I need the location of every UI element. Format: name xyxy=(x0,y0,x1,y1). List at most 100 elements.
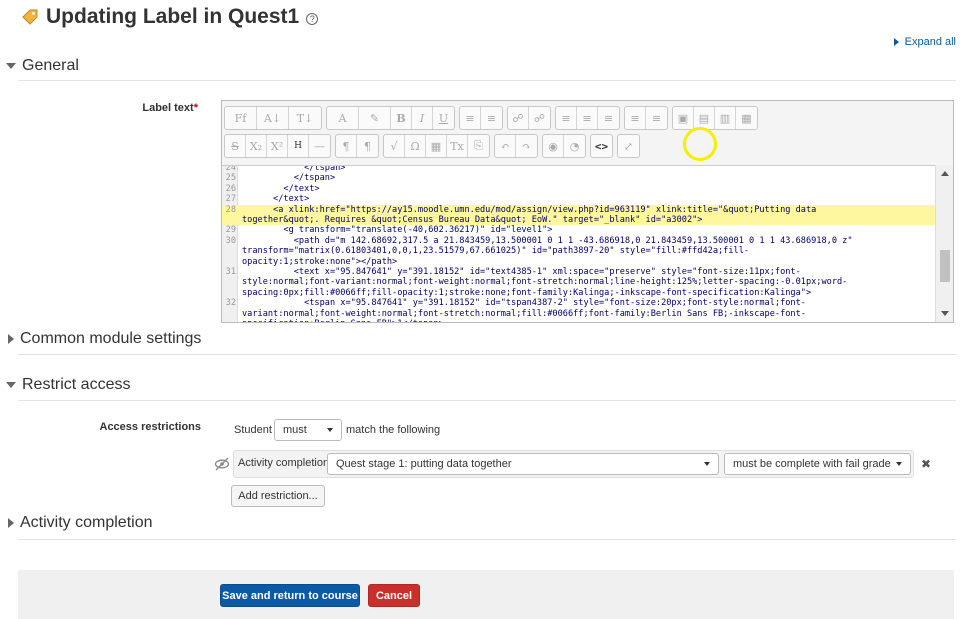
add-restriction-button[interactable]: Add restriction... xyxy=(231,485,325,507)
code-line: 27 </text> xyxy=(222,194,936,204)
accessibility-checker-icon[interactable]: ◉ xyxy=(543,135,564,157)
redo-icon[interactable]: ↷ xyxy=(516,135,537,157)
code-text: </text> xyxy=(242,194,310,205)
list-group: ≡ ≡ xyxy=(459,106,503,130)
line-number: 30 xyxy=(225,235,236,246)
form-footer xyxy=(18,570,954,619)
clear-format-icon[interactable]: Tx xyxy=(447,135,468,157)
outdent-icon[interactable]: ≡ xyxy=(646,107,667,129)
code-text: </tspan> xyxy=(242,173,336,184)
code-text: style:normal;font-variant:normal;font-we… xyxy=(242,277,848,288)
image-icon[interactable]: ▣ xyxy=(673,107,694,129)
section-activity-header[interactable]: Activity completion xyxy=(6,512,153,534)
scroll-up-icon[interactable] xyxy=(941,171,949,176)
font-family-button[interactable]: Ff xyxy=(225,107,257,129)
paste-icon[interactable]: ⎘ xyxy=(468,135,489,157)
code-line: together&quot;. Requires &quot;Census Bu… xyxy=(222,215,936,226)
indent-icon[interactable]: ≡ xyxy=(625,107,646,129)
code-text: <text x="95.847641" y="391.18152" id="te… xyxy=(242,267,801,277)
label-text-editor[interactable]: Ff A↓ T↓ A ✎ B I U ≡ ≡ ☍ ☍ ≡ ≡ ≡ ≡ ≡ ▣ ▤… xyxy=(221,100,954,323)
unlink-icon[interactable]: ☍ xyxy=(529,107,550,129)
superscript-button[interactable]: X² xyxy=(267,135,288,157)
scroll-thumb[interactable] xyxy=(940,250,950,282)
line-number: 25 xyxy=(225,173,236,184)
expand-all-label: Expand all xyxy=(904,36,956,48)
bold-button[interactable]: B xyxy=(391,107,412,129)
divider xyxy=(18,539,956,540)
html-source-icon[interactable]: <> xyxy=(591,135,612,157)
highlight-color-button[interactable]: ✎ xyxy=(359,107,391,129)
code-scrollbar[interactable] xyxy=(935,165,953,322)
expand-caret-icon xyxy=(8,518,14,528)
line-number: 29 xyxy=(225,225,236,236)
match-text: match the following xyxy=(346,424,441,436)
media-group: ▣ ▤ ▥ ▦ xyxy=(672,106,758,130)
activity-select[interactable]: Quest stage 1: putting data together xyxy=(327,453,719,475)
undo-icon[interactable]: ↶ xyxy=(495,135,516,157)
font-size-button[interactable]: A↓ xyxy=(257,107,289,129)
access-restrictions-label: Access restrictions xyxy=(99,421,202,433)
html-source-textarea[interactable]: 24 </tspan> 25 </tspan> 26 </text> 27 </tex… xyxy=(222,165,936,322)
underline-button[interactable]: U xyxy=(433,107,454,129)
dropdown-arrow-icon xyxy=(896,462,902,466)
rtl-icon[interactable]: ¶ xyxy=(357,135,378,157)
heading-button[interactable]: H xyxy=(288,135,309,157)
line-number: 27 xyxy=(225,194,236,205)
ordered-list-icon[interactable]: ≡ xyxy=(481,107,502,129)
code-text: <tspan x="95.847641" y="391.18152" id="t… xyxy=(242,298,806,309)
code-line: 32 <tspan x="95.847641" y="391.18152" id… xyxy=(222,298,936,308)
unordered-list-icon[interactable]: ≡ xyxy=(460,107,481,129)
align-left-icon[interactable]: ≡ xyxy=(556,107,577,129)
code-line: 25 </tspan> xyxy=(222,173,936,183)
dropdown-arrow-icon xyxy=(704,462,710,466)
horizontal-rule-button[interactable]: — xyxy=(309,135,330,157)
ltr-icon[interactable]: ¶ xyxy=(336,135,357,157)
fullscreen-icon[interactable]: ⤢ xyxy=(618,135,639,157)
recordrtc-icon[interactable]: ▦ xyxy=(736,107,757,129)
link-icon[interactable]: ☍ xyxy=(508,107,529,129)
code-line: opacity:1;stroke:none"></path> xyxy=(222,257,936,267)
text-color-button[interactable]: A xyxy=(327,107,359,129)
must-select[interactable]: must xyxy=(274,419,342,441)
section-restrict-header[interactable]: Restrict access xyxy=(6,374,130,396)
eye-hidden-icon[interactable] xyxy=(214,457,230,471)
label-text-caption: Label text xyxy=(142,102,194,114)
strikethrough-button[interactable]: S xyxy=(225,135,246,157)
help-icon[interactable]: ? xyxy=(306,12,319,25)
equation-icon[interactable]: √ xyxy=(384,135,405,157)
subscript-button[interactable]: X₂ xyxy=(246,135,267,157)
expand-caret-icon xyxy=(8,334,14,344)
code-text: </text> xyxy=(242,183,320,194)
delete-restriction-icon[interactable]: ✖ xyxy=(921,457,931,471)
insert-group: √ Ω ▦ Tx ⎘ xyxy=(383,134,490,158)
special-char-icon[interactable]: Ω xyxy=(405,135,426,157)
code-text: specification:Berlin Sans FB">1</tspan> xyxy=(242,319,444,322)
manage-files-icon[interactable]: ▥ xyxy=(715,107,736,129)
must-select-value: must xyxy=(283,424,307,436)
line-number: 32 xyxy=(225,298,236,309)
align-right-icon[interactable]: ≡ xyxy=(598,107,619,129)
fullscreen-group: ⤢ xyxy=(617,134,640,158)
collapse-caret-icon xyxy=(6,382,16,388)
font-group: Ff A↓ T↓ xyxy=(224,106,322,130)
table-icon[interactable]: ▦ xyxy=(426,135,447,157)
screenreader-helper-icon[interactable]: ◔ xyxy=(564,135,585,157)
align-center-icon[interactable]: ≡ xyxy=(577,107,598,129)
section-common-header[interactable]: Common module settings xyxy=(6,328,201,350)
section-activity-title: Activity completion xyxy=(20,514,153,531)
link-group: ☍ ☍ xyxy=(507,106,551,130)
expand-arrow-icon xyxy=(893,38,899,46)
line-number: 24 xyxy=(225,165,236,173)
completion-requirement-select[interactable]: must be complete with fail grade xyxy=(724,453,911,475)
paragraph-style-button[interactable]: T↓ xyxy=(289,107,321,129)
collapse-caret-icon xyxy=(6,63,16,69)
code-text: </tspan> xyxy=(242,165,346,173)
save-return-button[interactable]: Save and return to course xyxy=(220,584,360,607)
media-icon[interactable]: ▤ xyxy=(694,107,715,129)
italic-button[interactable]: I xyxy=(412,107,433,129)
label-text-label: Label text* xyxy=(120,102,198,114)
cancel-button[interactable]: Cancel xyxy=(368,584,420,607)
section-general-header[interactable]: General xyxy=(6,55,79,77)
scroll-down-icon[interactable] xyxy=(941,311,949,316)
expand-all-link[interactable]: Expand all xyxy=(893,36,956,48)
